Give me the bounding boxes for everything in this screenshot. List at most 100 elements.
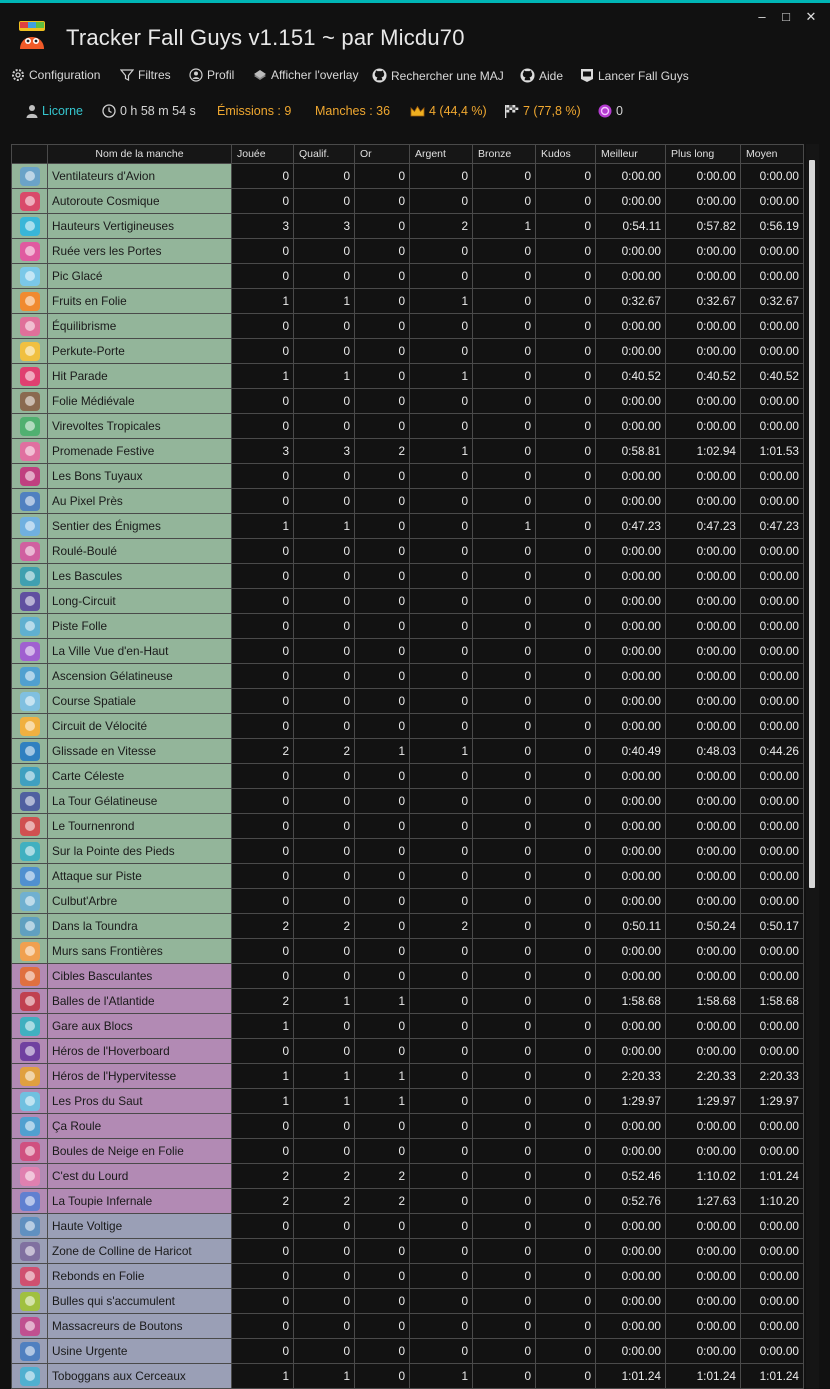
table-row[interactable]: Hit Parade 1 1 0 1 0 0 0:40.52 0:40.52 0:40.52	[11, 363, 804, 389]
table-row[interactable]: Autoroute Cosmique 0 0 0 0 0 0 0:00.00 0:00.00 0:…	[11, 188, 804, 214]
table-row[interactable]: Cibles Basculantes 0 0 0 0 0 0 0:00.00 0:00.00 0:…	[11, 963, 804, 989]
table-row[interactable]: Les Bons Tuyaux 0 0 0 0 0 0 0:00.00 0:00.00 0:00.…	[11, 463, 804, 489]
average-time-cell: 0:00.00	[740, 163, 804, 189]
table-row[interactable]: Les Pros du Saut 1 1 1 0 0 0 1:29.97 1:29.97 1:29…	[11, 1088, 804, 1114]
header-bronze[interactable]: Bronze	[472, 144, 536, 164]
round-name: Bulles qui s'accumulent	[47, 1288, 232, 1314]
bronze-cell: 0	[472, 813, 536, 839]
round-icon-cell	[11, 363, 48, 389]
header-played[interactable]: Jouée	[231, 144, 294, 164]
table-row[interactable]: Bulles qui s'accumulent 0 0 0 0 0 0 0:00.00 0:00…	[11, 1288, 804, 1314]
menu-filters[interactable]: Filtres	[120, 68, 171, 82]
table-row[interactable]: Ruée vers les Portes 0 0 0 0 0 0 0:00.00 0:00.00…	[11, 238, 804, 264]
table-row[interactable]: Les Bascules 0 0 0 0 0 0 0:00.00 0:00.00 0:00.00	[11, 563, 804, 589]
table-row[interactable]: Long-Circuit 0 0 0 0 0 0 0:00.00 0:00.00 0:00.00	[11, 588, 804, 614]
menu-profile[interactable]: Profil	[189, 68, 234, 82]
table-row[interactable]: Haute Voltige 0 0 0 0 0 0 0:00.00 0:00.00 0:00.00	[11, 1213, 804, 1239]
gold-cell: 0	[354, 763, 410, 789]
table-row[interactable]: Sur la Pointe des Pieds 0 0 0 0 0 0 0:00.00 0:00…	[11, 838, 804, 864]
table-row[interactable]: Virevoltes Tropicales 0 0 0 0 0 0 0:00.00 0:00.0…	[11, 413, 804, 439]
menu-bar: Configuration Filtres Profil Afficher l'…	[0, 64, 830, 88]
table-row[interactable]: Circuit de Vélocité 0 0 0 0 0 0 0:00.00 0:00.00 0…	[11, 713, 804, 739]
table-row[interactable]: La Toupie Infernale 2 2 2 0 0 0 0:52.76 1:27.63 1…	[11, 1188, 804, 1214]
table-row[interactable]: C'est du Lourd 2 2 2 0 0 0 0:52.46 1:10.02 1:01.2…	[11, 1163, 804, 1189]
profile-link[interactable]: Licorne	[26, 104, 83, 118]
table-row[interactable]: Ça Roule 0 0 0 0 0 0 0:00.00 0:00.00 0:00.00	[11, 1113, 804, 1139]
qualified-cell: 0	[293, 688, 355, 714]
table-row[interactable]: Fruits en Folie 1 1 0 1 0 0 0:32.67 0:32.67 0:32.…	[11, 288, 804, 314]
played-cell: 0	[231, 713, 294, 739]
table-row[interactable]: La Ville Vue d'en-Haut 0 0 0 0 0 0 0:00.00 0:00.…	[11, 638, 804, 664]
table-row[interactable]: Balles de l'Atlantide 2 1 1 0 0 0 1:58.68 1:58.6…	[11, 988, 804, 1014]
average-time-cell: 0:00.00	[740, 1113, 804, 1139]
table-row[interactable]: Au Pixel Près 0 0 0 0 0 0 0:00.00 0:00.00 0:00.00	[11, 488, 804, 514]
longest-time-cell: 2:20.33	[665, 1063, 741, 1089]
gold-cell: 0	[354, 1338, 410, 1364]
table-row[interactable]: Attaque sur Piste 0 0 0 0 0 0 0:00.00 0:00.00 0:0…	[11, 863, 804, 889]
average-time-cell: 0:00.00	[740, 963, 804, 989]
header-gold[interactable]: Or	[354, 144, 410, 164]
header-silver[interactable]: Argent	[409, 144, 473, 164]
silver-cell: 0	[409, 1288, 473, 1314]
epic-games-icon	[581, 69, 593, 82]
bronze-cell: 0	[472, 688, 536, 714]
silver-cell: 1	[409, 438, 473, 464]
table-row[interactable]: Roulé-Boulé 0 0 0 0 0 0 0:00.00 0:00.00 0:00.00	[11, 538, 804, 564]
menu-update[interactable]: Rechercher une MAJ	[372, 68, 504, 83]
wins-stat[interactable]: 4 (44,4 %)	[410, 104, 487, 118]
close-button[interactable]: ✕	[801, 9, 821, 25]
minimize-button[interactable]: –	[752, 9, 772, 25]
table-row[interactable]: Glissade en Vitesse 2 2 1 1 0 0 0:40.49 0:48.03 0…	[11, 738, 804, 764]
table-row[interactable]: Perkute-Porte 0 0 0 0 0 0 0:00.00 0:00.00 0:00.00	[11, 338, 804, 364]
table-row[interactable]: Héros de l'Hypervitesse 1 1 1 0 0 0 2:20.33 2:20…	[11, 1063, 804, 1089]
maximize-button[interactable]: □	[776, 9, 796, 25]
table-row[interactable]: Promenade Festive 3 3 2 1 0 0 0:58.81 1:02.94 1:0…	[11, 438, 804, 464]
table-row[interactable]: Zone de Colline de Haricot 0 0 0 0 0 0 0:00.00 0…	[11, 1238, 804, 1264]
table-row[interactable]: Toboggans aux Cerceaux 1 1 0 1 0 0 1:01.24 1:01.…	[11, 1363, 804, 1389]
header-kudos[interactable]: Kudos	[535, 144, 596, 164]
table-row[interactable]: Équilibrisme 0 0 0 0 0 0 0:00.00 0:00.00 0:00.00	[11, 313, 804, 339]
table-row[interactable]: Pic Glacé 0 0 0 0 0 0 0:00.00 0:00.00 0:00.00	[11, 263, 804, 289]
table-row[interactable]: Carte Céleste 0 0 0 0 0 0 0:00.00 0:00.00 0:00.00	[11, 763, 804, 789]
table-row[interactable]: Dans la Toundra 2 2 0 2 0 0 0:50.11 0:50.24 0:50.…	[11, 913, 804, 939]
kudos-cell: 0	[535, 488, 596, 514]
qualified-cell: 0	[293, 1138, 355, 1164]
header-round-name[interactable]: Nom de la manche	[47, 144, 232, 164]
table-row[interactable]: Sentier des Énigmes 1 1 0 0 1 0 0:47.23 0:47.23 0…	[11, 513, 804, 539]
table-row[interactable]: Murs sans Frontières 0 0 0 0 0 0 0:00.00 0:00.00…	[11, 938, 804, 964]
table-row[interactable]: Gare aux Blocs 1 0 0 0 0 0 0:00.00 0:00.00 0:00.0…	[11, 1013, 804, 1039]
table-row[interactable]: Le Tournenrond 0 0 0 0 0 0 0:00.00 0:00.00 0:00.0…	[11, 813, 804, 839]
table-row[interactable]: Hauteurs Vertigineuses 3 3 0 2 1 0 0:54.11 0:57.…	[11, 213, 804, 239]
header-average[interactable]: Moyen	[740, 144, 804, 164]
header-longest[interactable]: Plus long	[665, 144, 741, 164]
menu-help[interactable]: Aide	[520, 68, 563, 83]
table-row[interactable]: Folie Médiévale 0 0 0 0 0 0 0:00.00 0:00.00 0:00.…	[11, 388, 804, 414]
finals-stat[interactable]: 7 (77,8 %)	[504, 104, 581, 118]
header-qualified[interactable]: Qualif.	[293, 144, 355, 164]
menu-launch[interactable]: Lancer Fall Guys	[580, 68, 689, 83]
table-row[interactable]: Course Spatiale 0 0 0 0 0 0 0:00.00 0:00.00 0:00.…	[11, 688, 804, 714]
kudos-cell: 0	[535, 563, 596, 589]
table-row[interactable]: Ventilateurs d'Avion 0 0 0 0 0 0 0:00.00 0:00.00…	[11, 163, 804, 189]
gold-cell: 0	[354, 1288, 410, 1314]
header-best[interactable]: Meilleur	[595, 144, 666, 164]
table-row[interactable]: Ascension Gélatineuse 0 0 0 0 0 0 0:00.00 0:00.0…	[11, 663, 804, 689]
table-row[interactable]: Culbut'Arbre 0 0 0 0 0 0 0:00.00 0:00.00 0:00.00	[11, 888, 804, 914]
menu-overlay[interactable]: Afficher l'overlay	[253, 68, 358, 82]
table-row[interactable]: Usine Urgente 0 0 0 0 0 0 0:00.00 0:00.00 0:00.00	[11, 1338, 804, 1364]
round-icon	[19, 1291, 40, 1311]
gold-cell: 0	[354, 1363, 410, 1389]
silver-cell: 0	[409, 1188, 473, 1214]
menu-configuration[interactable]: Configuration	[11, 68, 100, 82]
bronze-cell: 0	[472, 238, 536, 264]
table-row[interactable]: Massacreurs de Boutons 0 0 0 0 0 0 0:00.00 0:00.…	[11, 1313, 804, 1339]
table-row[interactable]: Piste Folle 0 0 0 0 0 0 0:00.00 0:00.00 0:00.00	[11, 613, 804, 639]
table-row[interactable]: Rebonds en Folie 0 0 0 0 0 0 0:00.00 0:00.00 0:00…	[11, 1263, 804, 1289]
qualified-cell: 3	[293, 438, 355, 464]
qualified-cell: 0	[293, 638, 355, 664]
average-time-cell: 0:40.52	[740, 363, 804, 389]
table-row[interactable]: La Tour Gélatineuse 0 0 0 0 0 0 0:00.00 0:00.00 0…	[11, 788, 804, 814]
table-row[interactable]: Héros de l'Hoverboard 0 0 0 0 0 0 0:00.00 0:00.0…	[11, 1038, 804, 1064]
scrollbar-thumb[interactable]	[809, 160, 815, 888]
table-row[interactable]: Boules de Neige en Folie 0 0 0 0 0 0 0:00.00 0:0…	[11, 1138, 804, 1164]
